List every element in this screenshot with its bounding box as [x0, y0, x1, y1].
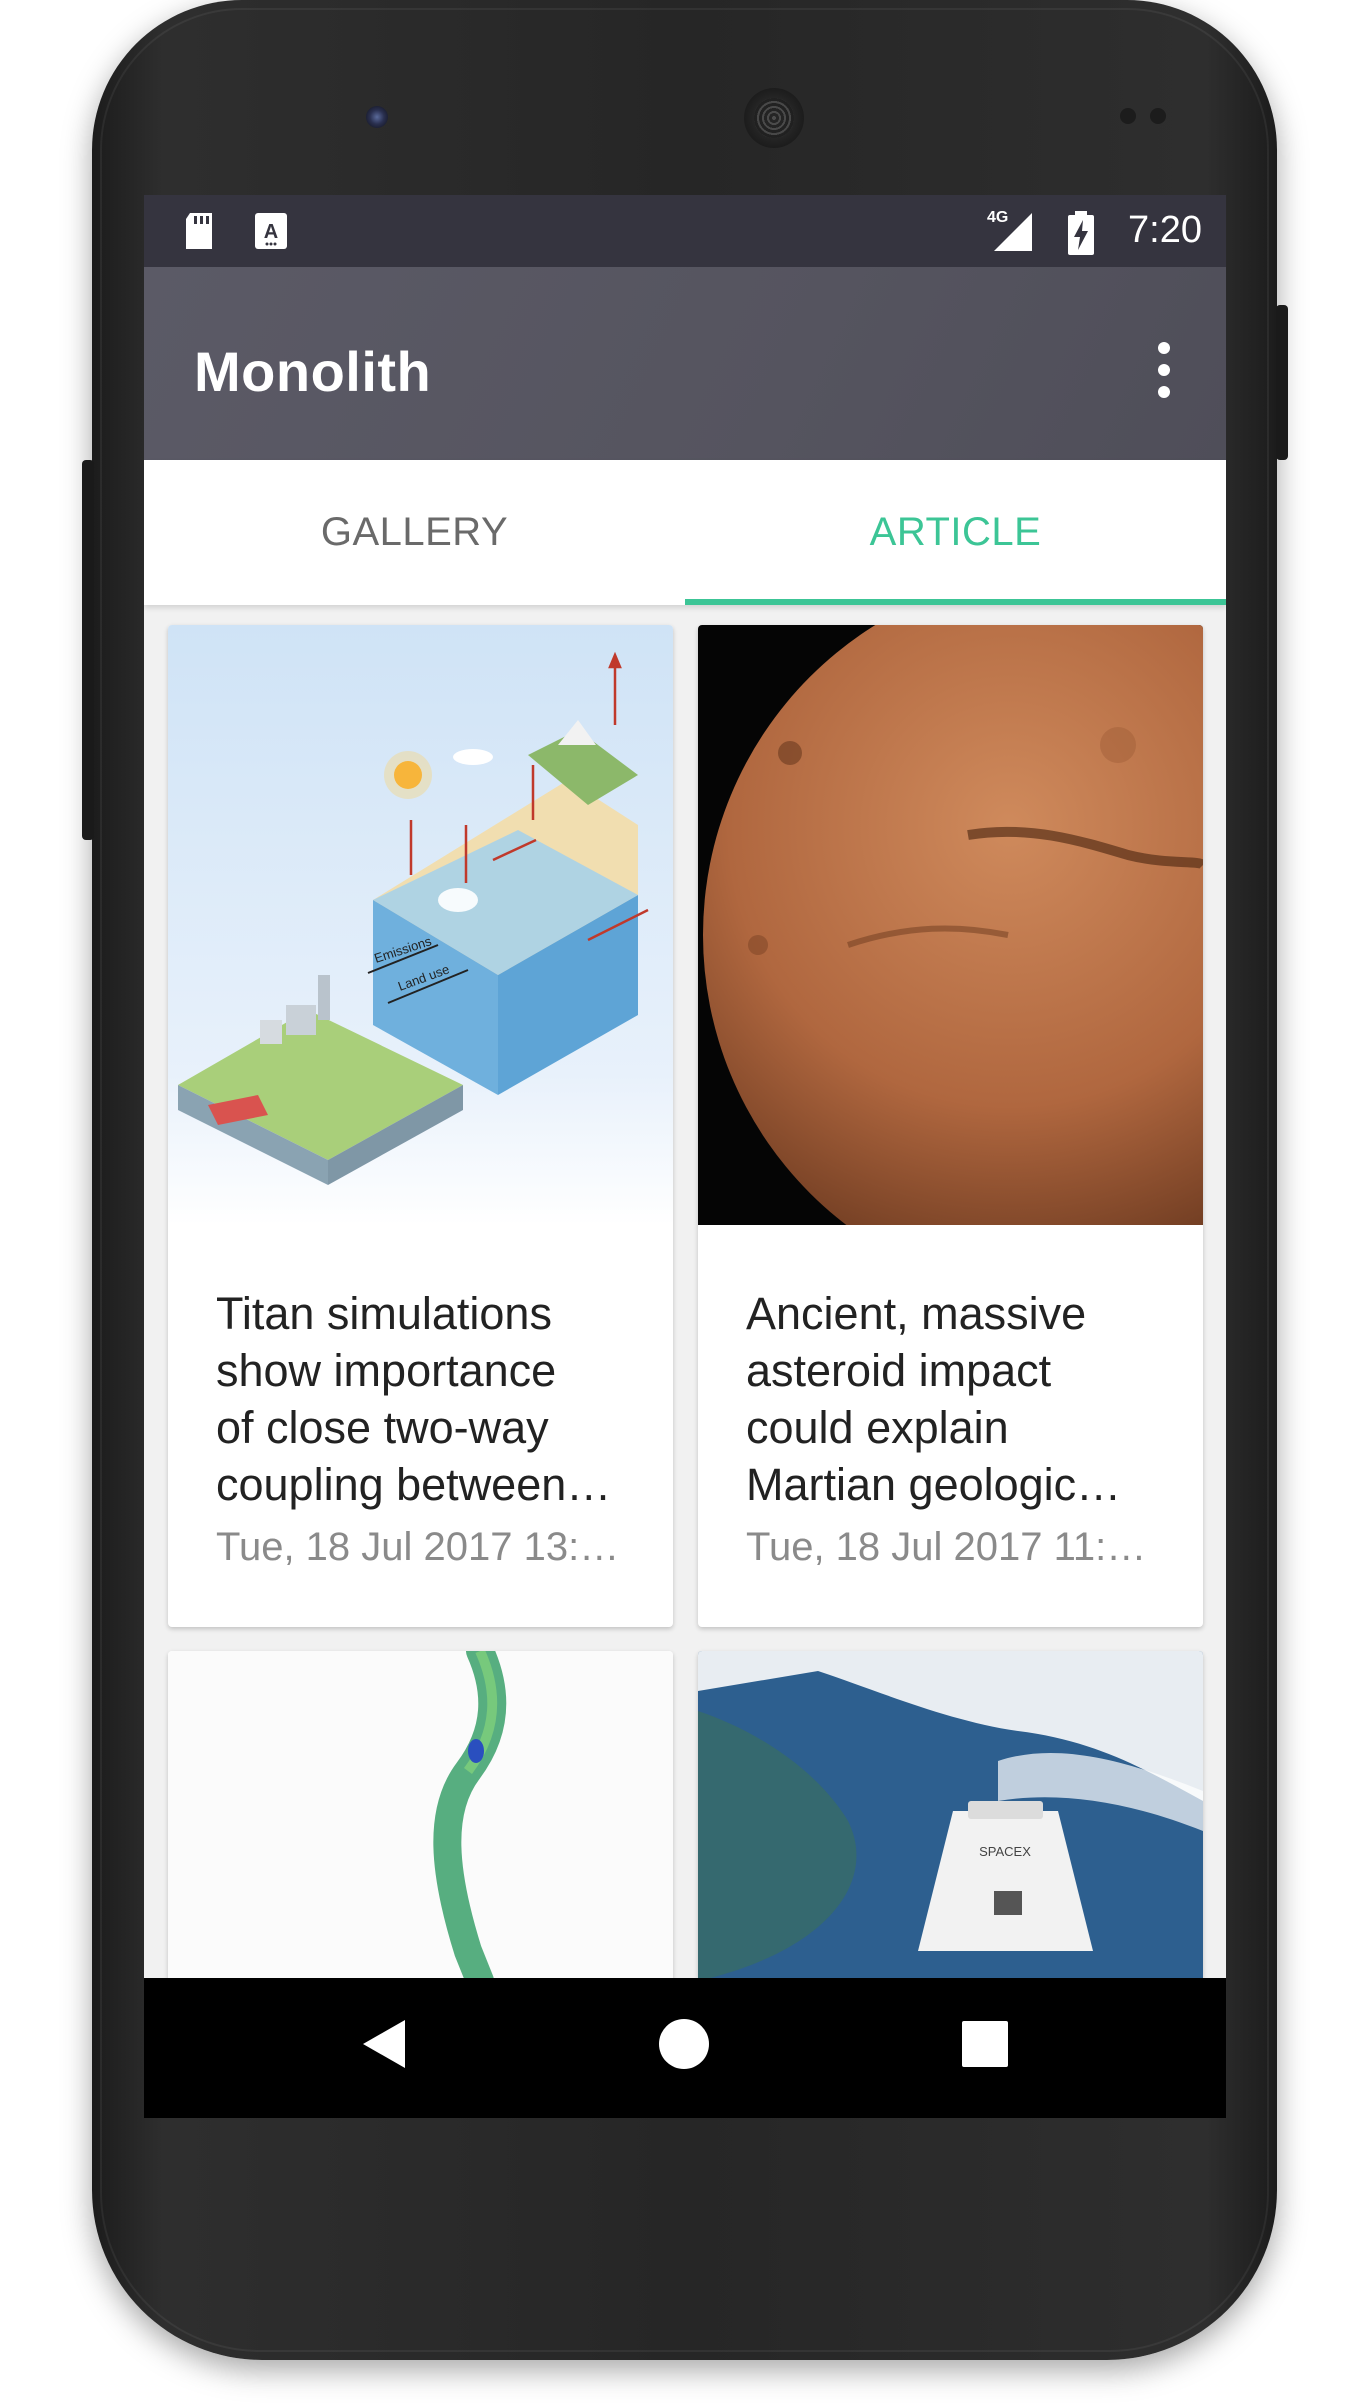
climate-diagram-image: Emissions Land use [168, 625, 673, 1225]
tab-article[interactable]: ARTICLE [685, 460, 1226, 605]
light-sensor [1150, 108, 1166, 124]
sd-card-icon [186, 213, 212, 249]
recents-icon[interactable] [962, 2021, 1008, 2067]
app-bar: Monolith [144, 267, 1226, 460]
screen: A 4G 7:20 Monolith GALLERY ARTICLE Emiss… [144, 195, 1226, 2118]
battery-charging-icon [1068, 211, 1094, 255]
notification-a-icon: A [255, 213, 287, 249]
green-tendril-image [168, 1651, 673, 1978]
article-card[interactable] [168, 1651, 673, 1978]
navigation-bar [144, 1978, 1226, 2118]
svg-text:A: A [264, 221, 278, 243]
proximity-sensor [1120, 108, 1136, 124]
spacex-capsule-image: SPACEX [698, 1651, 1203, 1978]
article-date: Tue, 18 Jul 2017 13:… [216, 1525, 620, 1569]
tab-indicator [685, 599, 1226, 605]
volume-button [82, 460, 94, 840]
article-card[interactable]: SPACEX [698, 1651, 1203, 1978]
article-date: Tue, 18 Jul 2017 11:… [746, 1525, 1147, 1569]
app-title: Monolith [194, 340, 432, 403]
home-icon[interactable] [658, 2018, 710, 2070]
clock: 7:20 [1128, 209, 1202, 251]
article-card[interactable]: Ancient, massive asteroid impact could e… [698, 625, 1203, 1627]
status-bar: A 4G 7:20 [144, 195, 1226, 267]
article-grid: Emissions Land use Titan simulations sho… [144, 605, 1226, 1978]
back-icon[interactable] [361, 2018, 407, 2070]
earpiece-speaker [744, 88, 804, 148]
tab-bar: GALLERY ARTICLE [144, 460, 1226, 605]
article-card[interactable]: Emissions Land use Titan simulations sho… [168, 625, 673, 1627]
article-title: Titan simulations show importance of clo… [216, 1288, 612, 1510]
power-button [1276, 305, 1288, 460]
signal-icon [994, 213, 1032, 251]
spacex-label: SPACEX [979, 1844, 1031, 1859]
front-camera [366, 106, 388, 128]
tab-gallery[interactable]: GALLERY [144, 460, 685, 605]
article-title: Ancient, massive asteroid impact could e… [746, 1288, 1122, 1510]
mars-image [698, 625, 1203, 1225]
more-vert-icon[interactable] [1154, 342, 1174, 402]
